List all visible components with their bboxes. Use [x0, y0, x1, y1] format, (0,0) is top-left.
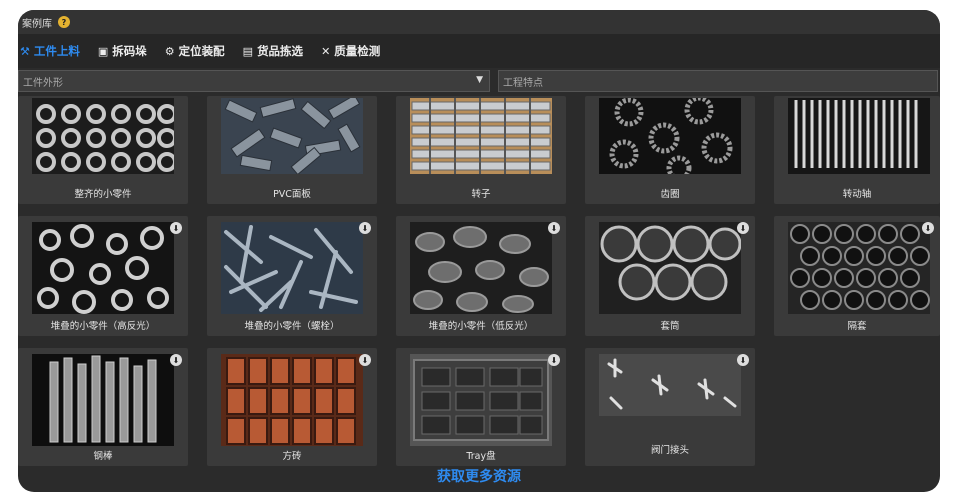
download-icon[interactable]: ⬇ [170, 354, 182, 366]
tab-label: 货品拣选 [257, 44, 304, 58]
tab-label: 拆码垛 [112, 44, 147, 58]
case-thumbnail [221, 354, 363, 446]
case-card[interactable]: ⬇ 堆叠的小零件（螺栓） [207, 216, 377, 336]
case-thumbnail [788, 98, 930, 174]
title-bar: 案例库 ? [18, 10, 940, 34]
case-card[interactable]: ⬇ 阀门接头 [585, 348, 755, 466]
case-library-window: 案例库 ? ⚒ 工件上料 ▣ 拆码垛 ⚙ 定位装配 ▤ 货品拣选 ✕ 质量检测 … [18, 10, 940, 492]
case-label: 堆叠的小零件（低反光） [428, 321, 534, 332]
case-label: 转动轴 [842, 189, 872, 200]
download-icon[interactable]: ⬇ [359, 222, 371, 234]
download-icon[interactable]: ⬇ [170, 222, 182, 234]
filter-bar: 工件外形 ▼ 工程特点 [18, 68, 940, 94]
case-thumbnail [32, 98, 174, 174]
feature-input-placeholder: 工程特点 [503, 77, 543, 89]
case-thumbnail [410, 354, 552, 446]
window-title: 案例库 [22, 18, 52, 30]
case-thumbnail [788, 222, 930, 314]
case-thumbnail [410, 98, 552, 174]
download-icon[interactable]: ⬇ [737, 354, 749, 366]
case-grid: 整齐的小零件 PVC面板 转子 齿圈 转动轴 ⬇ 堆叠的小零件（高反光） ⬇ 堆… [18, 96, 940, 466]
feature-input[interactable]: 工程特点 [498, 70, 938, 92]
case-label: 堆叠的小零件（高反光） [50, 321, 156, 332]
case-card[interactable]: 转动轴 [774, 96, 940, 204]
case-card[interactable]: ⬇ 堆叠的小零件（高反光） [18, 216, 188, 336]
case-card[interactable]: ⬇ 堆叠的小零件（低反光） [396, 216, 566, 336]
chevron-down-icon: ▼ [476, 75, 483, 85]
case-label: 隔套 [847, 321, 867, 332]
tab-label: 定位装配 [178, 44, 225, 58]
case-card[interactable]: ⬇ 方砖 [207, 348, 377, 466]
help-icon[interactable]: ? [58, 16, 70, 28]
tab-label: 质量检测 [334, 44, 381, 58]
inspect-icon: ✕ [321, 44, 331, 58]
case-label: 整齐的小零件 [74, 189, 132, 200]
parts-icon: ⚒ [20, 44, 30, 58]
case-label: Tray盘 [466, 451, 496, 462]
case-label: 齿圈 [660, 189, 680, 200]
tab-quality-inspection[interactable]: ✕ 质量检测 [321, 39, 380, 63]
case-thumbnail [599, 98, 741, 174]
category-tabs: ⚒ 工件上料 ▣ 拆码垛 ⚙ 定位装配 ▤ 货品拣选 ✕ 质量检测 [18, 34, 940, 68]
case-label: 方砖 [282, 451, 302, 462]
case-thumbnail [32, 222, 174, 314]
case-label: PVC面板 [273, 189, 311, 200]
shape-select-placeholder: 工件外形 [23, 77, 63, 89]
case-card[interactable]: 整齐的小零件 [18, 96, 188, 204]
case-card[interactable]: PVC面板 [207, 96, 377, 204]
case-label: 转子 [471, 189, 491, 200]
case-thumbnail [410, 222, 552, 314]
case-thumbnail [221, 222, 363, 314]
tab-label: 工件上料 [33, 44, 80, 58]
case-thumbnail [599, 354, 741, 416]
download-icon[interactable]: ⬇ [922, 222, 934, 234]
case-card[interactable]: ⬇ Tray盘 [396, 348, 566, 466]
tab-parts-loading[interactable]: ⚒ 工件上料 [20, 39, 80, 63]
case-thumbnail [221, 98, 363, 174]
tab-positioning-assembly[interactable]: ⚙ 定位装配 [165, 39, 225, 63]
case-label: 阀门接头 [650, 445, 689, 456]
download-icon[interactable]: ⬇ [548, 222, 560, 234]
case-label: 套筒 [660, 321, 680, 332]
case-card[interactable]: ⬇ 隔套 [774, 216, 940, 336]
case-card[interactable]: 齿圈 [585, 96, 755, 204]
case-thumbnail [32, 354, 174, 446]
box-icon: ▣ [97, 44, 109, 58]
tab-goods-picking[interactable]: ▤ 货品拣选 [243, 39, 303, 63]
get-more-resources-link[interactable]: 获取更多资源 [18, 466, 940, 486]
download-icon[interactable]: ⬇ [359, 354, 371, 366]
case-card[interactable]: 转子 [396, 96, 566, 204]
tab-depalletizing[interactable]: ▣ 拆码垛 [98, 39, 147, 63]
case-label: 堆叠的小零件（螺栓） [244, 321, 340, 332]
shape-select[interactable]: 工件外形 ▼ [18, 70, 490, 92]
download-icon[interactable]: ⬇ [548, 354, 560, 366]
download-icon[interactable]: ⬇ [737, 222, 749, 234]
gear-target-icon: ⚙ [164, 44, 175, 58]
case-card[interactable]: ⬇ 套筒 [585, 216, 755, 336]
case-label: 钢棒 [93, 451, 113, 462]
case-card[interactable]: ⬇ 钢棒 [18, 348, 188, 466]
case-thumbnail [599, 222, 741, 314]
package-icon: ▤ [242, 44, 254, 58]
